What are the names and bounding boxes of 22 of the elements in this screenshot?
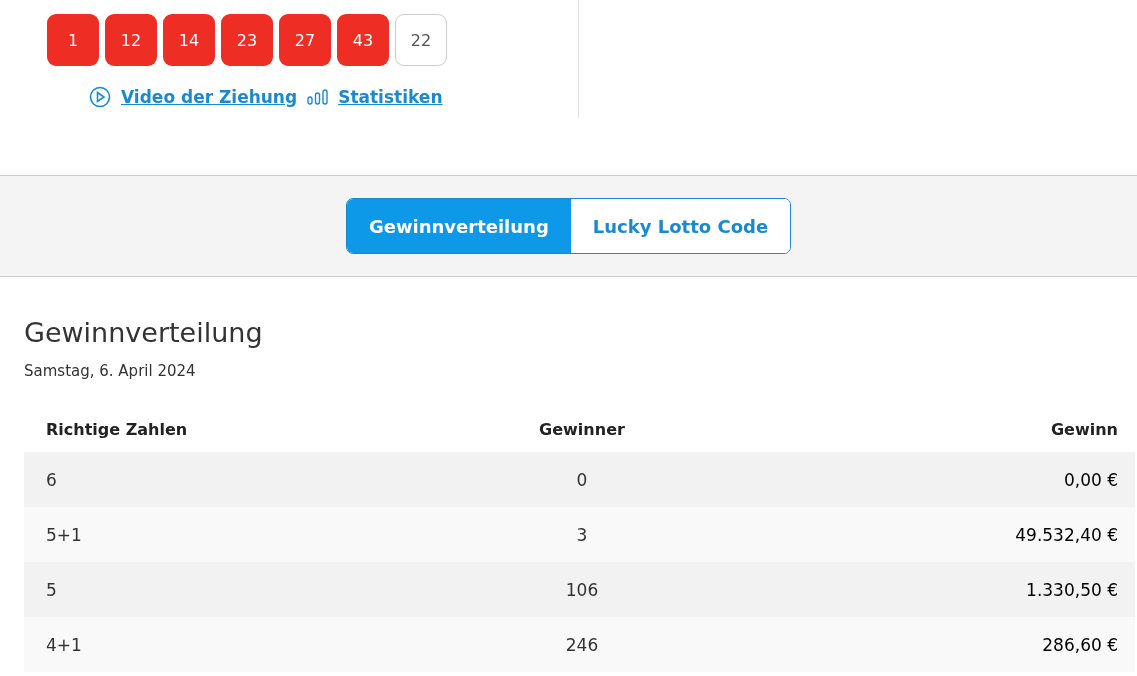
column-header: Gewinner <box>538 419 626 439</box>
bar-chart-icon <box>307 89 329 105</box>
table-cell-text: 5 <box>46 579 58 600</box>
video-link[interactable]: Video der Ziehung <box>121 87 298 107</box>
table-cell-text: 0 <box>575 469 589 490</box>
table-cell-text: 5+1 <box>46 524 83 545</box>
table-cell-text: 0,00 € <box>1062 469 1118 490</box>
table-cell-text: 246 <box>564 634 600 655</box>
column-header: Richtige Zahlen <box>46 419 189 439</box>
table-cell-text: 106 <box>564 579 600 600</box>
tab[interactable]: Gewinnverteilung <box>346 199 571 253</box>
table-cell-text: 3 <box>575 524 589 545</box>
stats-link[interactable]: Statistiken <box>338 87 443 107</box>
draw-date: Samstag, 6. April 2024 <box>24 362 197 380</box>
table-cell-text: 286,60 € <box>1041 634 1118 655</box>
play-icon <box>89 86 111 108</box>
table-cell-text: 49.532,40 € <box>1014 524 1118 545</box>
table-cell-text: 4+1 <box>46 634 83 655</box>
table-cell-text: 6 <box>46 469 58 490</box>
section-title: Gewinnverteilung <box>24 317 264 348</box>
table-cell-text: 1.330,50 € <box>1025 579 1118 600</box>
column-header: Gewinn <box>1049 419 1118 439</box>
